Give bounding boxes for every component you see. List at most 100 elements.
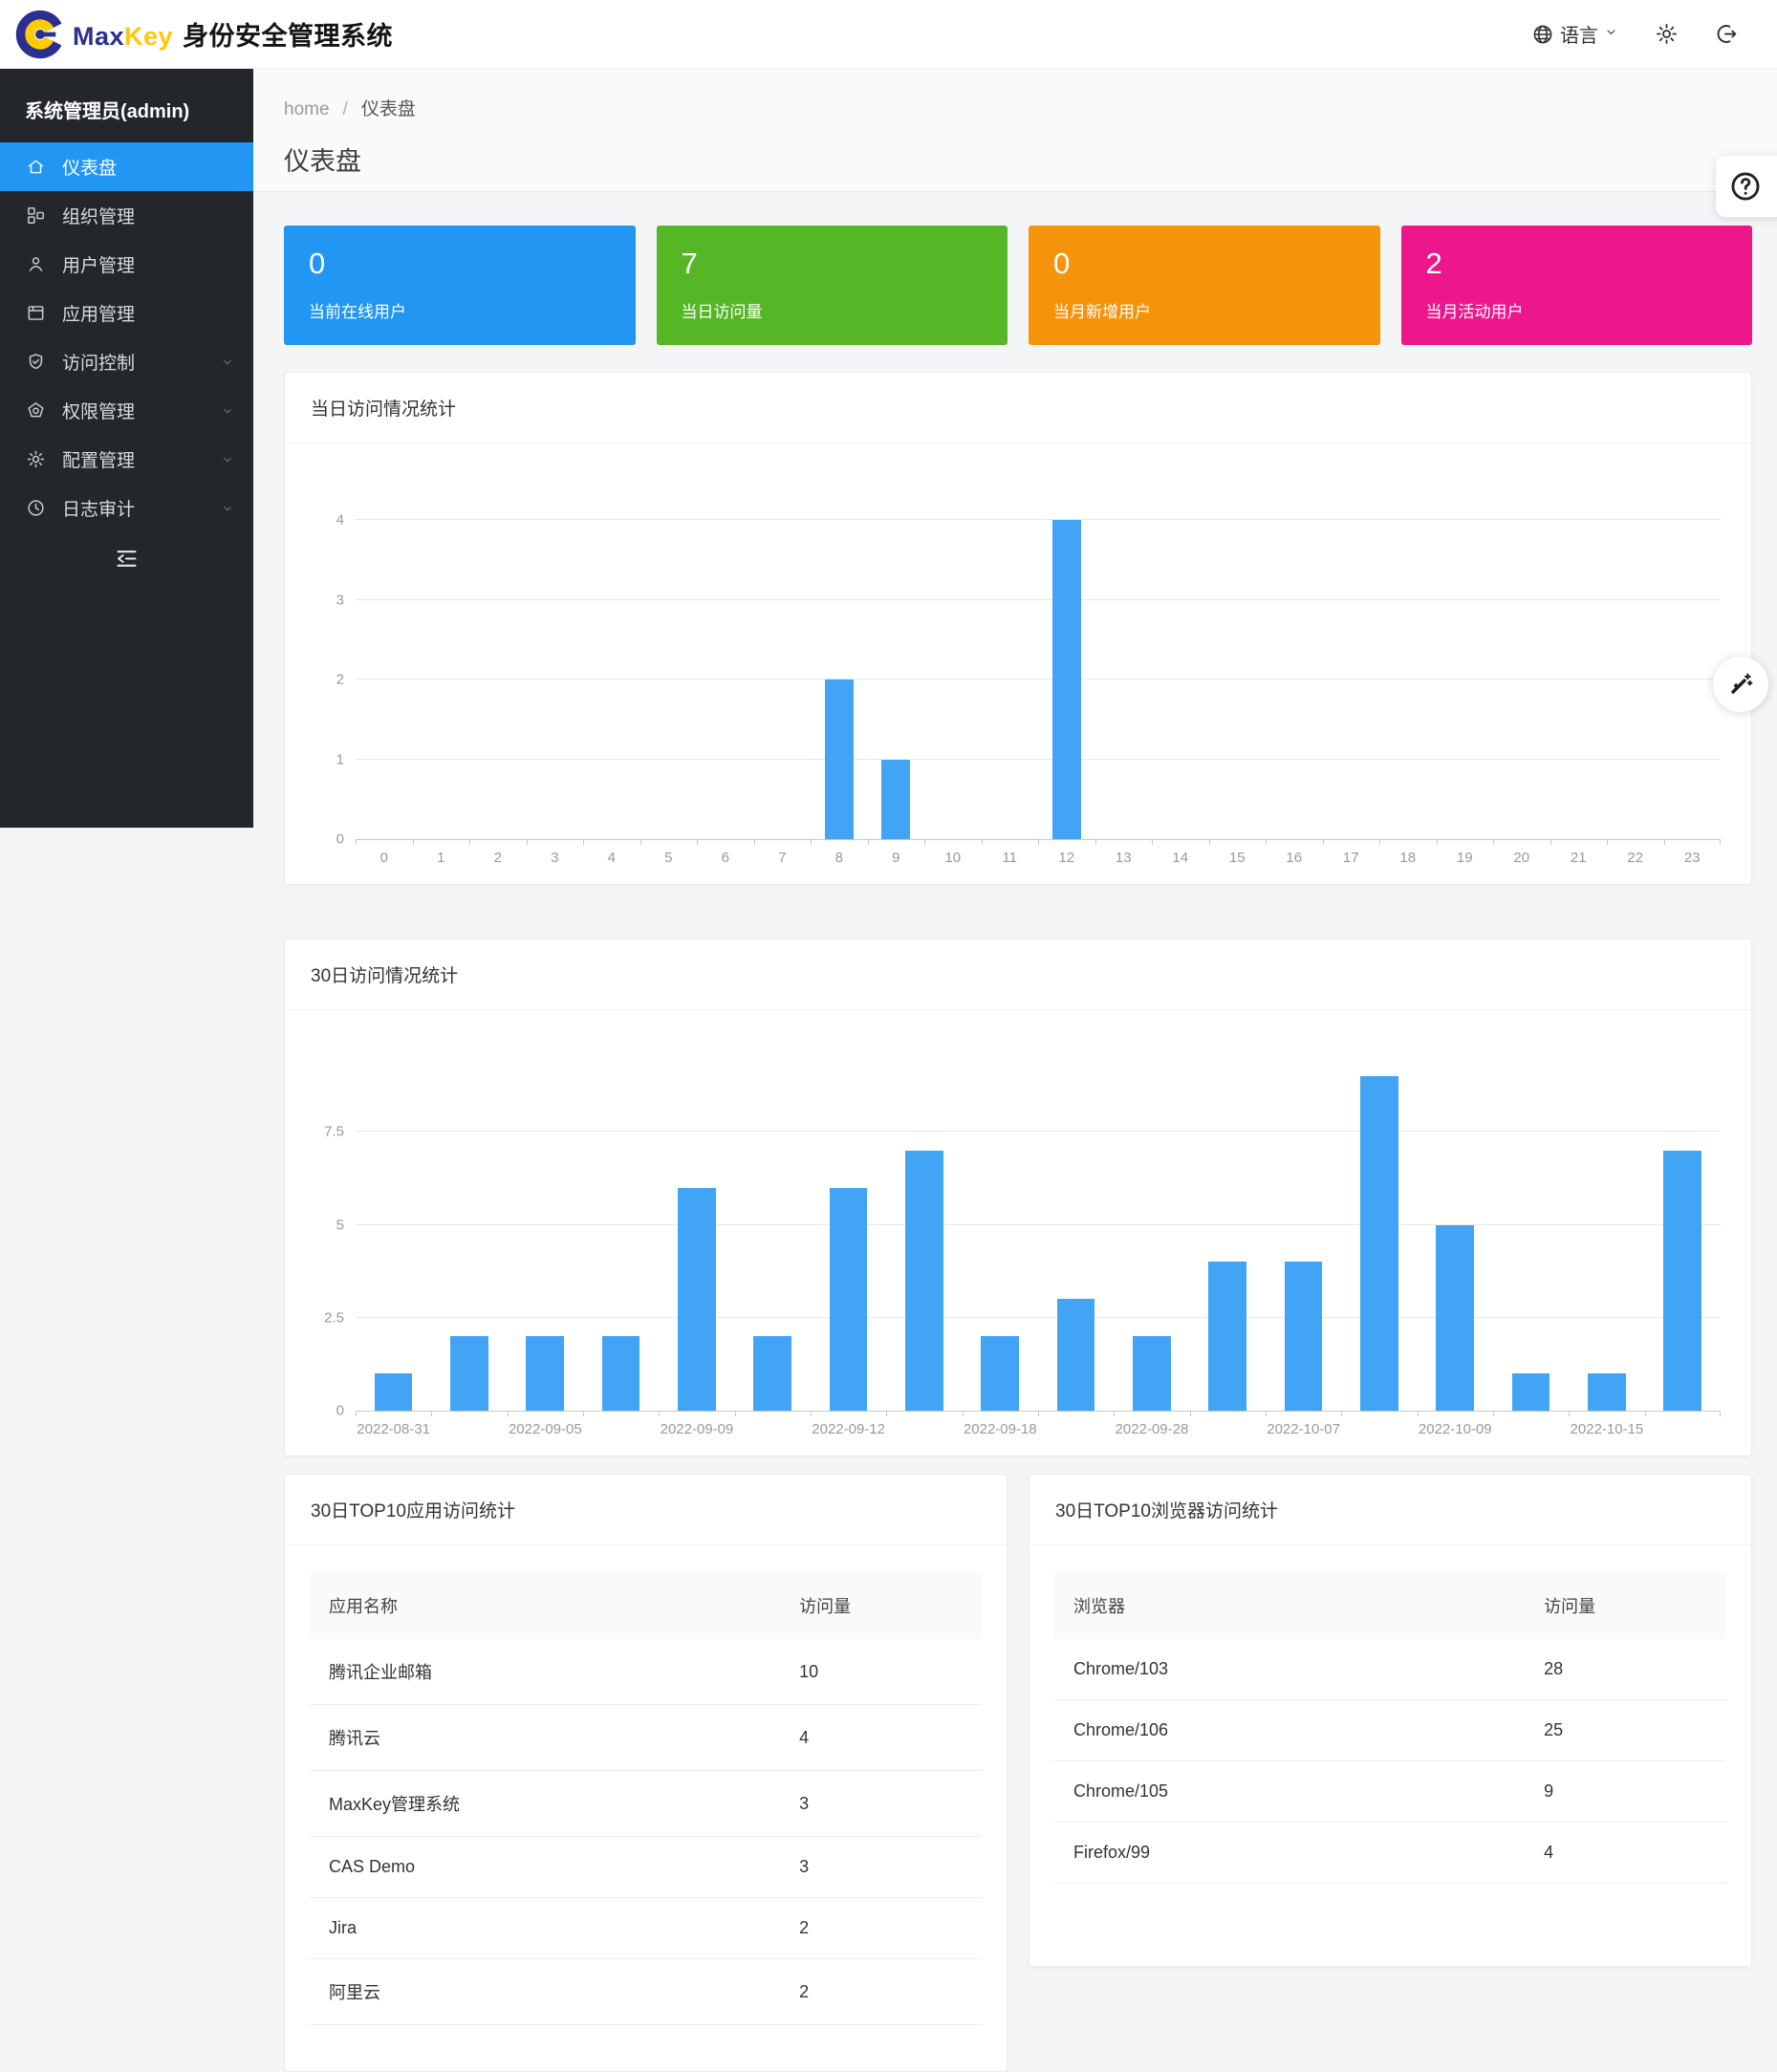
y-axis-tick-label: 2.5	[324, 1309, 344, 1326]
sidebar-item-dashboard[interactable]: 仪表盘	[0, 142, 253, 191]
app-visits-table: 应用名称 访问量 腾讯企业邮箱10腾讯云4MaxKey管理系统3CAS Demo…	[310, 1572, 982, 2025]
bar	[450, 1336, 488, 1411]
y-axis-tick-label: 5	[336, 1217, 344, 1233]
theme-wand-button[interactable]	[1713, 657, 1768, 712]
bar-slot	[811, 472, 868, 839]
tables-row: 30日TOP10应用访问统计 应用名称 访问量 腾讯企业邮箱10腾讯云4MaxK…	[284, 1474, 1752, 2072]
column-header: 浏览器	[1054, 1572, 1525, 1639]
bars-container	[356, 472, 1721, 839]
x-axis-tick-label: 20	[1493, 840, 1550, 874]
x-axis-tick-label	[1190, 1412, 1266, 1446]
bar-slot	[924, 472, 982, 839]
x-axis-tick-label: 2022-09-18	[963, 1412, 1038, 1446]
cell-name: Chrome/106	[1054, 1700, 1525, 1761]
x-axis-tick-label	[431, 1412, 507, 1446]
x-axis-tick-label: 2022-09-09	[659, 1412, 734, 1446]
page-header-band: home/仪表盘 仪表盘	[253, 69, 1777, 192]
table-row: MaxKey管理系统3	[310, 1771, 982, 1837]
maxkey-logo-icon	[15, 10, 65, 59]
x-axis-tick-label	[1493, 1412, 1569, 1446]
bar-slot	[1209, 472, 1267, 839]
x-axis-tick-label: 2022-09-12	[811, 1412, 886, 1446]
bar-slot	[640, 472, 698, 839]
stat-value: 2	[1426, 247, 1728, 281]
column-header: 访问量	[780, 1572, 982, 1639]
cell-visits: 3	[780, 1771, 982, 1837]
bar	[830, 1188, 868, 1411]
sidebar-item-label: 仪表盘	[62, 154, 234, 180]
brand-suffix: 身份安全管理系统	[183, 22, 393, 51]
sidebar-item-label: 日志审计	[62, 495, 205, 521]
sidebar-item-organization[interactable]: 组织管理	[0, 191, 253, 240]
bar	[1285, 1262, 1323, 1411]
cell-visits: 4	[1525, 1823, 1726, 1884]
bar-slot	[697, 472, 754, 839]
bar-slot	[1493, 1039, 1569, 1411]
bar-slot	[811, 1039, 886, 1411]
bar	[753, 1336, 791, 1411]
stat-card-month-new-users: 0当月新增用户	[1029, 226, 1380, 345]
browser-visits-table-card: 30日TOP10浏览器访问统计 浏览器 访问量 Chrome/10328Chro…	[1029, 1474, 1752, 1967]
cell-visits: 2	[780, 1898, 982, 1959]
language-selector[interactable]: 语言	[1531, 20, 1618, 48]
user-icon	[26, 254, 46, 274]
logout-button[interactable]	[1715, 22, 1739, 46]
x-axis-tick-label: 2022-10-07	[1266, 1412, 1341, 1446]
bar	[602, 1336, 640, 1411]
home-icon	[26, 157, 46, 177]
chart-card-title: 当日访问情况统计	[285, 373, 1751, 443]
y-axis-tick-label: 0	[336, 1403, 344, 1419]
language-label: 语言	[1560, 20, 1598, 48]
bar-slot	[1190, 1039, 1266, 1411]
cell-visits: 2	[780, 1959, 982, 2025]
breadcrumb-home[interactable]: home	[284, 99, 330, 119]
sidebar-item-label: 权限管理	[62, 398, 205, 423]
sidebar-item-audit-log[interactable]: 日志审计	[0, 484, 253, 532]
app-icon	[26, 303, 46, 323]
help-button[interactable]	[1716, 156, 1777, 217]
x-axis-tick-label: 2022-10-15	[1569, 1412, 1644, 1446]
x-axis-tick-label: 5	[640, 840, 698, 874]
bar	[1057, 1299, 1095, 1411]
chart-card-title: 30日访问情况统计	[285, 939, 1751, 1010]
x-axis-tick-label: 19	[1437, 840, 1494, 874]
stat-card-month-active-users: 2 当月活动用户	[1401, 226, 1753, 345]
sidebar-item-applications[interactable]: 应用管理	[0, 289, 253, 337]
x-axis-tick-label	[735, 1412, 811, 1446]
org-icon	[26, 205, 46, 226]
table-card-title: 30日TOP10应用访问统计	[285, 1475, 1007, 1545]
daily-visits-chart-card: 当日访问情况统计 01234 0123456789101112131415161…	[284, 372, 1752, 885]
bar-slot	[431, 1039, 507, 1411]
sidebar-item-users[interactable]: 用户管理	[0, 240, 253, 289]
cell-name: MaxKey管理系统	[310, 1771, 780, 1837]
x-axis-tick-label: 0	[356, 840, 413, 874]
table-row: Chrome/10625	[1054, 1700, 1726, 1761]
settings-button[interactable]	[1655, 22, 1679, 46]
x-axis-tick-label: 9	[868, 840, 925, 874]
bar-slot	[1341, 1039, 1417, 1411]
bar	[1588, 1373, 1626, 1411]
stat-label: 当月活动用户	[1426, 298, 1728, 322]
bar	[678, 1188, 716, 1411]
collapse-sidebar-button[interactable]	[0, 546, 253, 572]
sidebar-item-configuration[interactable]: 配置管理	[0, 435, 253, 484]
bar-slot	[1550, 472, 1608, 839]
y-axis-tick-label: 4	[336, 512, 344, 529]
sidebar-item-access-control[interactable]: 访问控制	[0, 337, 253, 386]
x-axis-tick-label: 2022-10-09	[1418, 1412, 1493, 1446]
bar	[526, 1336, 564, 1411]
bar-slot	[735, 1039, 811, 1411]
bar-slot	[1645, 1039, 1721, 1411]
table-row: Firefox/994	[1054, 1823, 1726, 1884]
x-axis-tick-label: 10	[924, 840, 982, 874]
bar-slot	[1664, 472, 1722, 839]
clock-icon	[26, 498, 46, 518]
bar-slot	[1379, 472, 1437, 839]
bar-slot	[583, 1039, 659, 1411]
cell-visits: 25	[1525, 1700, 1726, 1761]
sidebar-item-permissions[interactable]: 权限管理	[0, 386, 253, 435]
magic-wand-icon	[1726, 670, 1755, 699]
x-axis-tick-label: 4	[583, 840, 640, 874]
x-axis-tick-label: 16	[1266, 840, 1323, 874]
x-axis-tick-label: 11	[982, 840, 1039, 874]
